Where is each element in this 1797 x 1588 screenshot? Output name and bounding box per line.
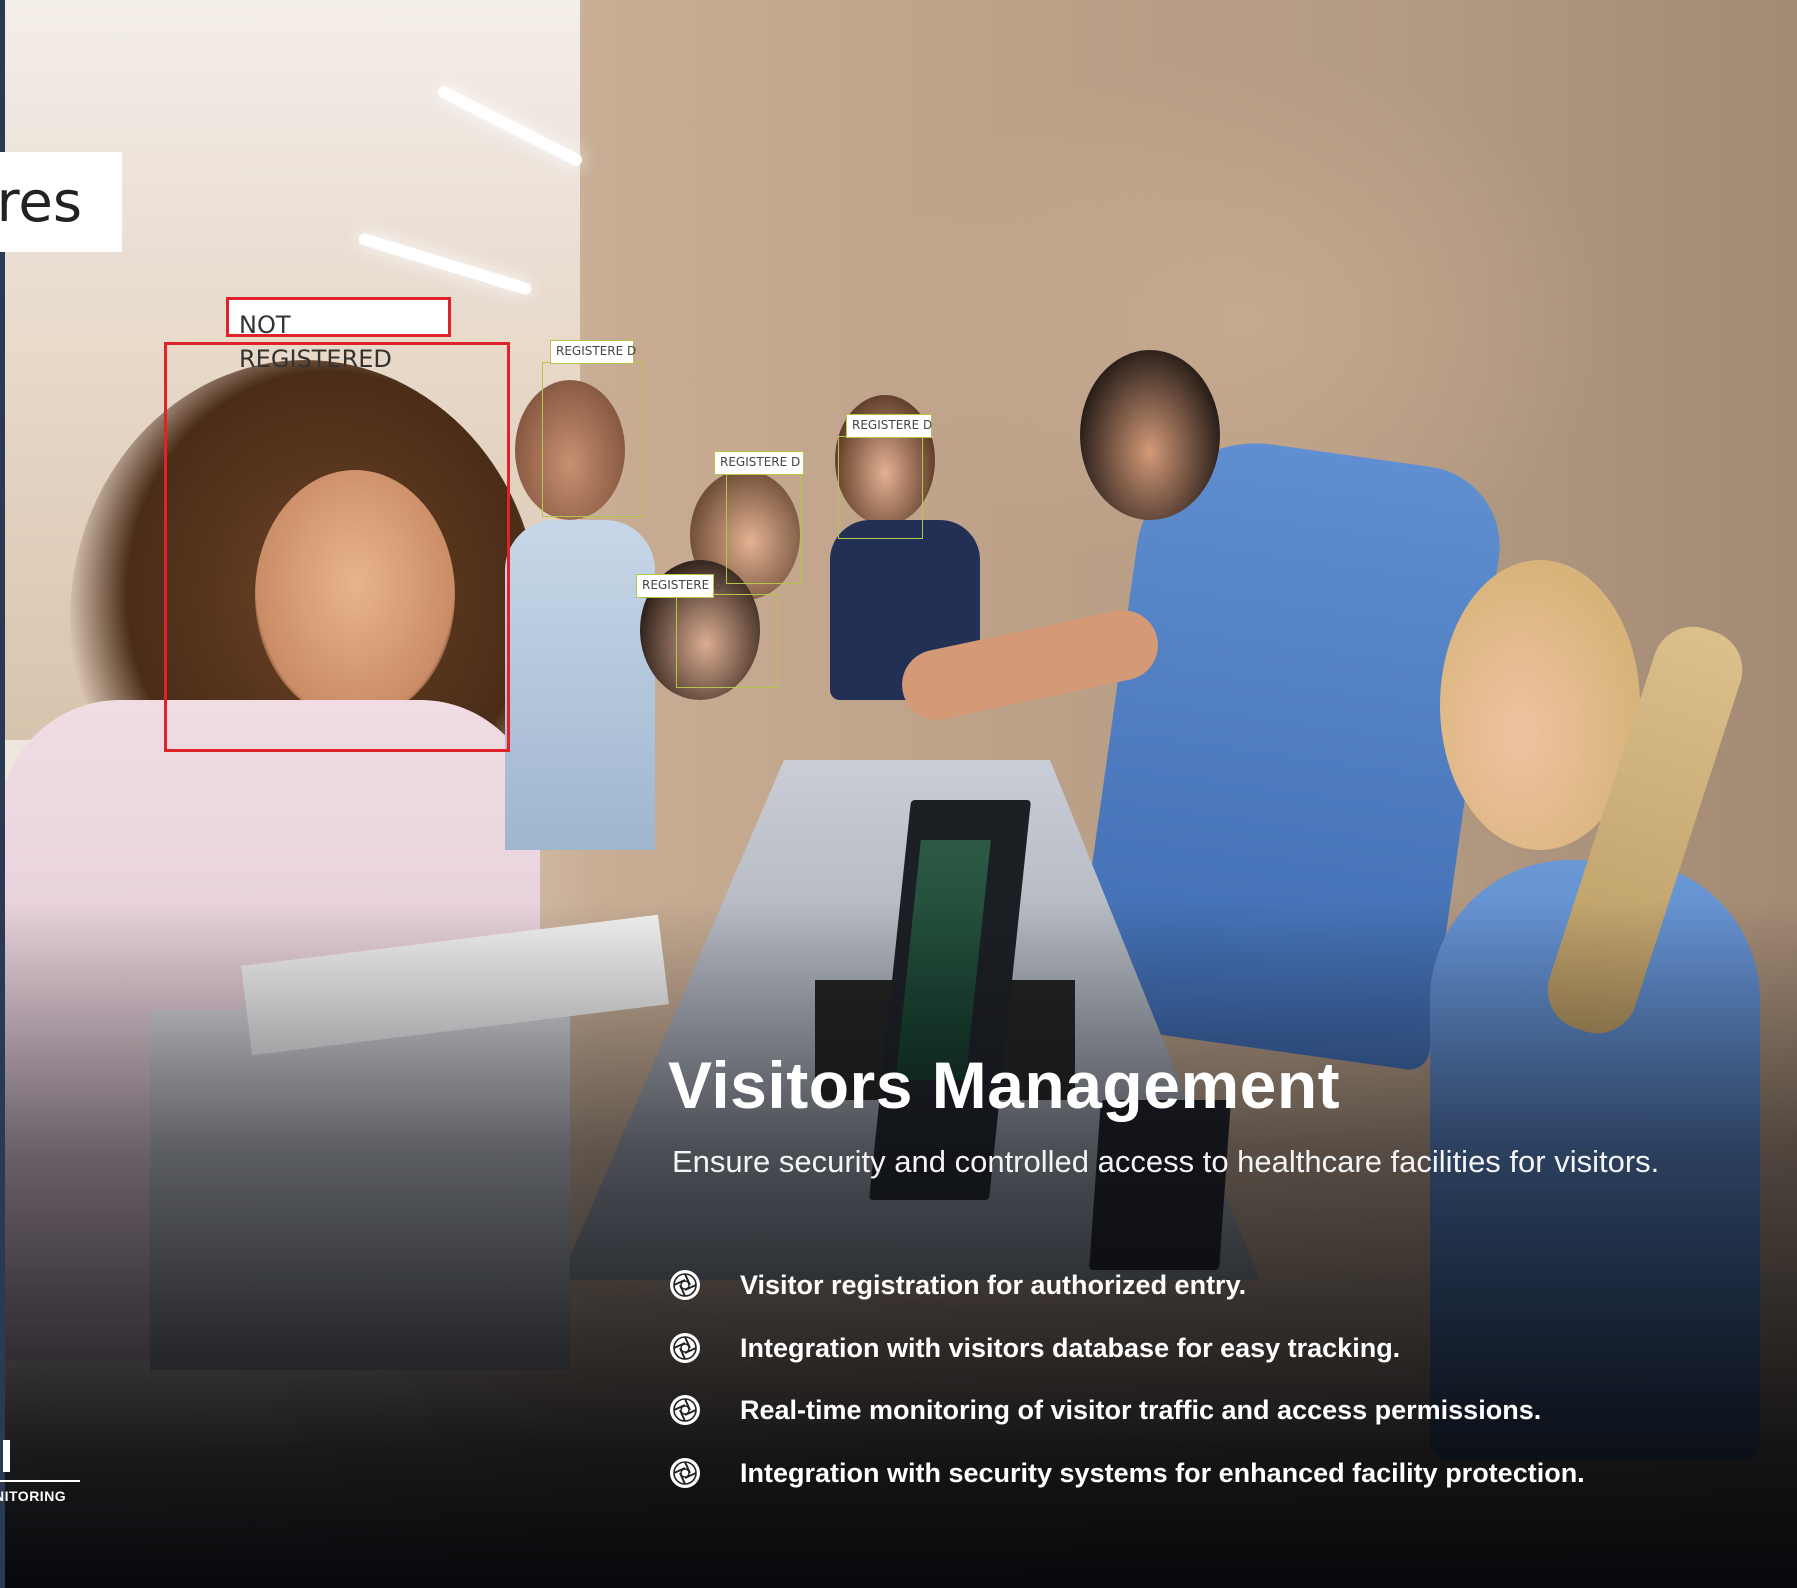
label-registered-text: REGISTERE D xyxy=(642,578,723,592)
label-not-registered: NOT REGISTERED xyxy=(226,297,451,373)
feature-text: Real-time monitoring of visitor traffic … xyxy=(740,1395,1542,1425)
aperture-icon xyxy=(670,1270,700,1300)
feature-item: Real-time monitoring of visitor traffic … xyxy=(668,1391,1768,1431)
aperture-icon xyxy=(670,1458,700,1488)
company-logo: NITORING xyxy=(0,1440,90,1510)
label-registered: REGISTERE D xyxy=(846,414,932,438)
feature-item: Visitor registration for authorized entr… xyxy=(668,1266,1768,1306)
logo-mark xyxy=(3,1440,10,1472)
label-not-registered-text: NOT REGISTERED xyxy=(239,311,392,373)
feature-item: Integration with visitors database for e… xyxy=(668,1329,1768,1369)
label-registered-text: REGISTERE D xyxy=(720,455,801,469)
face-box-registered xyxy=(726,472,801,584)
aperture-icon xyxy=(670,1395,700,1425)
feature-text: Visitor registration for authorized entr… xyxy=(740,1270,1247,1300)
label-registered: REGISTERE D xyxy=(550,340,636,364)
visitors-management-section: Visitors Management Ensure security and … xyxy=(668,1040,1748,1488)
face-box-registered xyxy=(676,594,778,688)
aperture-icon xyxy=(670,1333,700,1363)
logo-divider xyxy=(0,1480,80,1482)
face-box-not-registered xyxy=(164,342,510,752)
label-registered-text: REGISTERE D xyxy=(852,418,933,432)
logo-text: NITORING xyxy=(0,1488,67,1504)
section-title: Visitors Management xyxy=(668,1048,1341,1122)
feature-text: Integration with security systems for en… xyxy=(740,1458,1585,1488)
label-registered: REGISTERE D xyxy=(714,451,804,475)
feature-text: Integration with visitors database for e… xyxy=(740,1333,1401,1363)
label-registered-text: REGISTERE D xyxy=(556,344,637,358)
features-title-text: res xyxy=(0,170,82,235)
feature-item: Integration with security systems for en… xyxy=(668,1454,1768,1494)
features-title-card: res xyxy=(0,152,122,252)
face-box-registered xyxy=(542,362,644,517)
face-box-registered xyxy=(838,436,923,539)
section-subtitle: Ensure security and controlled access to… xyxy=(672,1144,1660,1179)
label-registered: REGISTERE D xyxy=(636,574,722,598)
